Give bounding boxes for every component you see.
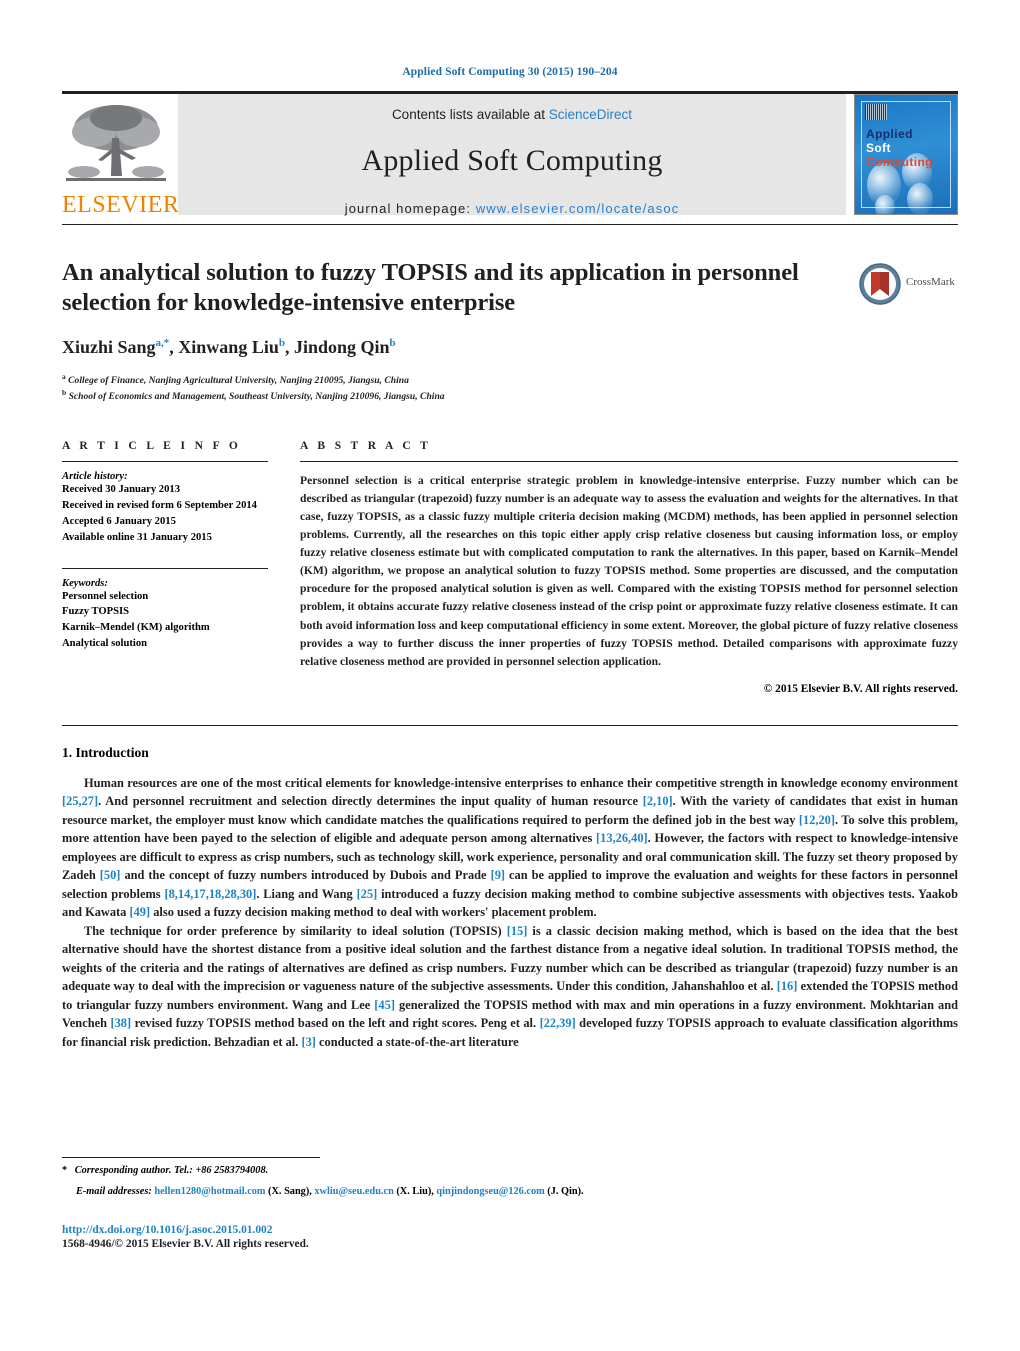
intro-paragraph-1: Human resources are one of the most crit… bbox=[62, 775, 958, 920]
elsevier-logo: ELSEVIER bbox=[62, 94, 180, 218]
article-history-label: Article history: bbox=[62, 470, 128, 482]
cover-title-line1: Applied bbox=[866, 127, 913, 141]
affiliation-text: College of Finance, Nanjing Agricultural… bbox=[68, 374, 409, 386]
journal-cover-thumbnail: Applied Soft Computing bbox=[854, 94, 958, 215]
journal-homepage-line: journal homepage: www.elsevier.com/locat… bbox=[178, 201, 846, 216]
keyword-item: Personnel selection bbox=[62, 590, 149, 602]
crossmark-label: CrossMark bbox=[906, 276, 955, 288]
page-title: An analytical solution to fuzzy TOPSIS a… bbox=[62, 259, 799, 316]
journal-banner: Contents lists available at ScienceDirec… bbox=[178, 94, 846, 216]
body-top-rule bbox=[62, 724, 958, 726]
elsevier-tree-icon bbox=[66, 105, 166, 181]
article-info-column: A R T I C L E I N F O Article history: R… bbox=[62, 440, 300, 695]
affiliation-marker: b bbox=[62, 387, 67, 397]
cover-barcode-icon bbox=[865, 104, 887, 120]
history-item: Received in revised form 6 September 201… bbox=[62, 499, 257, 511]
cover-title: Applied Soft Computing bbox=[866, 127, 933, 169]
journal-title: Applied Soft Computing bbox=[361, 144, 663, 177]
info-abstract-row: A R T I C L E I N F O Article history: R… bbox=[62, 440, 958, 695]
abstract-heading: A B S T R A C T bbox=[300, 439, 432, 452]
keywords-label: Keywords: bbox=[62, 577, 108, 589]
cover-blob bbox=[875, 195, 895, 214]
keyword-item: Karnik–Mendel (KM) algorithm bbox=[62, 622, 210, 634]
article-info-heading: A R T I C L E I N F O bbox=[62, 439, 242, 452]
keyword-item: Fuzzy TOPSIS bbox=[62, 606, 130, 618]
crossmark-badge[interactable]: CrossMark bbox=[858, 258, 958, 404]
section-heading-introduction: 1. Introduction bbox=[62, 744, 149, 760]
issn-copyright: 1568-4946/© 2015 Elsevier B.V. All right… bbox=[62, 1237, 309, 1250]
affiliation-marker: a bbox=[62, 371, 66, 381]
keywords-rule bbox=[62, 567, 268, 569]
cover-title-line3: Computing bbox=[866, 155, 933, 169]
history-item: Accepted 6 January 2015 bbox=[62, 515, 176, 527]
keywords-block: Keywords: Personnel selection Fuzzy TOPS… bbox=[62, 567, 268, 653]
email-addresses-note: E-mail addresses: hellen1280@hotmail.com… bbox=[76, 1185, 584, 1197]
contents-prefix: Contents lists available at bbox=[391, 107, 549, 122]
contents-line: Contents lists available at ScienceDirec… bbox=[178, 94, 846, 122]
elsevier-wordmark: ELSEVIER bbox=[62, 192, 180, 218]
footnote-rule bbox=[62, 1157, 320, 1158]
homepage-url-link[interactable]: www.elsevier.com/locate/asoc bbox=[476, 201, 679, 216]
doi-block: http://dx.doi.org/10.1016/j.asoc.2015.01… bbox=[62, 1224, 958, 1250]
footnote-block: * Corresponding author. Tel.: +86 258379… bbox=[62, 1157, 958, 1250]
affiliation-item: a College of Finance, Nanjing Agricultur… bbox=[62, 372, 844, 388]
affiliation-list: a College of Finance, Nanjing Agricultur… bbox=[62, 372, 844, 404]
corresponding-author-note: * Corresponding author. Tel.: +86 258379… bbox=[62, 1165, 269, 1176]
homepage-label: journal homepage: bbox=[344, 201, 472, 216]
intro-paragraph-2: The technique for order preference by si… bbox=[62, 923, 959, 1049]
abstract-text: Personnel selection is a critical enterp… bbox=[300, 473, 958, 668]
affiliation-item: b School of Economics and Management, So… bbox=[62, 388, 844, 404]
keyword-item: Analytical solution bbox=[62, 638, 148, 650]
title-block: An analytical solution to fuzzy TOPSIS a… bbox=[62, 225, 958, 404]
author-list: Xiuzhi Sanga,*, Xinwang Liub, Jindong Qi… bbox=[62, 336, 396, 357]
abstract-rule bbox=[300, 460, 958, 462]
abstract-column: A B S T R A C T Personnel selection is a… bbox=[300, 440, 958, 695]
running-head: Applied Soft Computing 30 (2015) 190–204 bbox=[402, 66, 618, 78]
sciencedirect-link[interactable]: ScienceDirect bbox=[549, 107, 632, 122]
affiliation-text: School of Economics and Management, Sout… bbox=[68, 391, 445, 403]
journal-masthead: ELSEVIER Contents lists available at Sci… bbox=[62, 91, 958, 220]
crossmark-icon bbox=[859, 263, 901, 305]
history-item: Received 30 January 2013 bbox=[62, 483, 180, 495]
article-page: Applied Soft Computing 30 (2015) 190–204 bbox=[0, 0, 1020, 1351]
doi-link[interactable]: http://dx.doi.org/10.1016/j.asoc.2015.01… bbox=[62, 1224, 958, 1236]
cover-title-line2: Soft bbox=[866, 141, 891, 155]
abstract-copyright: © 2015 Elsevier B.V. All rights reserved… bbox=[763, 682, 958, 695]
info-rule bbox=[62, 460, 268, 462]
cover-blob bbox=[907, 183, 933, 214]
history-item: Available online 31 January 2015 bbox=[62, 531, 212, 543]
